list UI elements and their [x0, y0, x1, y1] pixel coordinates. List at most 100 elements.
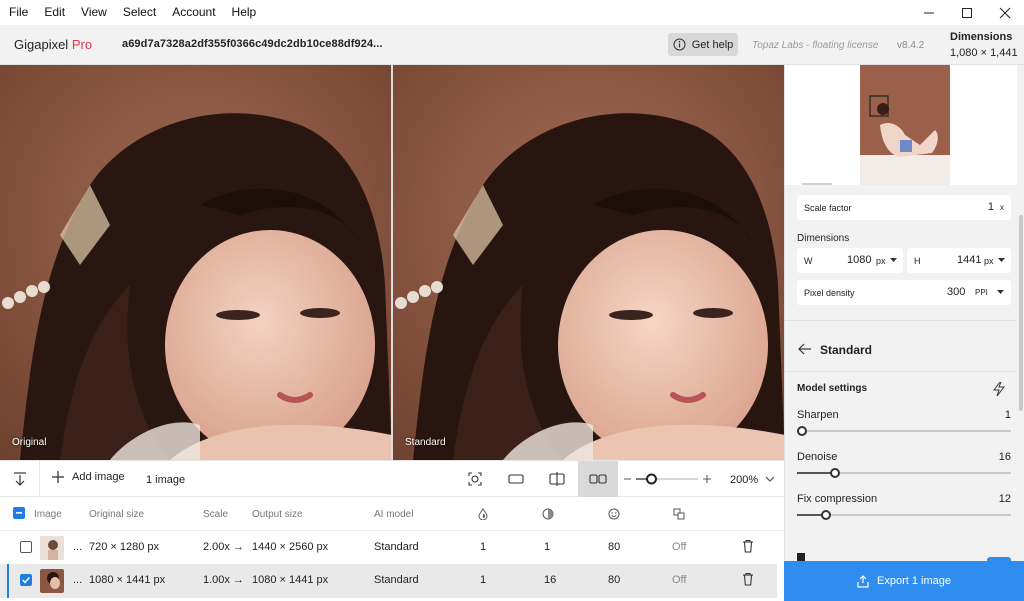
slider-value: 12	[998, 493, 1011, 505]
preview-toolbar: Add image 1 image 200%	[0, 460, 784, 497]
pixel-density-label: Pixel density	[804, 288, 855, 298]
table-row[interactable]: ... 1080 × 1441 px 1.00x → 1080 × 1441 p…	[0, 564, 777, 598]
row-checkbox[interactable]	[20, 541, 32, 553]
menu-view[interactable]: View	[73, 0, 115, 25]
navigator-image	[860, 65, 950, 185]
face-scan-icon	[468, 472, 482, 486]
row-thumbnail	[40, 569, 64, 593]
table-header: Image Original size Scale Output size AI…	[0, 497, 784, 531]
model-name: Standard	[820, 343, 873, 357]
dimensions-section-label: Dimensions	[797, 233, 850, 244]
side-by-side-view-button[interactable]	[578, 461, 618, 497]
chevron-down-icon[interactable]	[765, 475, 775, 483]
maximize-icon	[962, 7, 972, 18]
check-icon	[22, 577, 30, 584]
slider-knob[interactable]	[821, 510, 831, 520]
face-recovery-icon	[608, 508, 620, 520]
original-pane[interactable]: Original	[0, 65, 392, 460]
header-image: Image	[34, 509, 62, 520]
navigator-thumbnail[interactable]	[785, 65, 1017, 185]
back-arrow-icon[interactable]	[798, 343, 812, 355]
single-view-button[interactable]	[496, 461, 536, 497]
row-output-size: 1440 × 2560 px	[252, 541, 329, 553]
caret-down-icon[interactable]	[890, 258, 897, 263]
slider-label: Sharpen	[797, 409, 839, 421]
menu-file[interactable]: File	[0, 0, 36, 25]
row-denoise: 16	[544, 574, 557, 586]
row-checkbox[interactable]	[20, 574, 32, 586]
add-image-label: Add image	[72, 471, 125, 483]
height-label: H	[914, 256, 921, 266]
trash-icon[interactable]	[742, 572, 754, 586]
minimize-button[interactable]	[910, 0, 948, 25]
height-value[interactable]: 1441	[957, 254, 981, 266]
caret-down-icon[interactable]	[997, 290, 1004, 295]
close-icon	[999, 7, 1011, 18]
row-ellipsis: ...	[73, 574, 83, 586]
settings-panel: Scale factor 1 x Dimensions W 1080 px H …	[784, 65, 1024, 563]
width-field[interactable]: W 1080 px	[797, 248, 903, 273]
zoom-slider[interactable]	[622, 471, 718, 487]
model-settings-label: Model settings	[797, 383, 868, 394]
close-button[interactable]	[986, 0, 1024, 25]
row-scale: 1.00x →	[203, 574, 244, 586]
pixel-density-unit: PPI	[975, 288, 988, 297]
trash-icon[interactable]	[742, 539, 754, 553]
lightning-icon[interactable]	[993, 382, 1005, 396]
pixel-density-value[interactable]: 300	[947, 286, 965, 298]
header-original-size: Original size	[89, 509, 145, 520]
processed-label: Standard	[405, 437, 446, 448]
image-preview[interactable]: Original Standard	[0, 65, 784, 460]
face-detect-button[interactable]	[455, 461, 495, 497]
processed-photo	[393, 65, 784, 460]
dimensions-heading: Dimensions	[950, 31, 1013, 43]
select-all-checkbox[interactable]	[13, 507, 25, 519]
side-by-side-icon	[589, 474, 607, 484]
zoom-value[interactable]: 200%	[730, 474, 758, 486]
menu-select[interactable]: Select	[115, 0, 164, 25]
slider-track[interactable]	[797, 510, 1011, 520]
export-label: Export 1 image	[877, 575, 951, 587]
denoise-icon	[542, 508, 554, 520]
zoom-knob[interactable]	[646, 473, 657, 485]
pixel-density-field[interactable]: Pixel density 300 PPI	[797, 280, 1011, 305]
panel-scrollbar[interactable]	[1017, 65, 1024, 561]
row-scale: 2.00x →	[203, 541, 244, 553]
width-label: W	[804, 256, 813, 266]
sharpen-drop-icon	[478, 508, 488, 520]
app-header: Gigapixel Pro a69d7a7328a2df355f0366c49d…	[0, 25, 1024, 65]
dimensions-value: 1,080 × 1,441	[950, 47, 1018, 59]
scale-factor-value[interactable]: 1	[988, 201, 994, 213]
slider-knob[interactable]	[830, 468, 840, 478]
row-face: 80	[608, 574, 621, 586]
menu-edit[interactable]: Edit	[36, 0, 73, 25]
table-row[interactable]: ... 720 × 1280 px 2.00x → 1440 × 2560 px…	[0, 531, 784, 565]
slider-knob[interactable]	[797, 426, 807, 436]
scale-factor-field[interactable]: Scale factor 1 x	[797, 195, 1011, 220]
height-field[interactable]: H 1441 px	[907, 248, 1011, 273]
zoom-plus-icon[interactable]	[703, 475, 711, 483]
get-help-button[interactable]: Get help	[668, 33, 738, 56]
menu-help[interactable]: Help	[224, 0, 265, 25]
row-original-size: 1080 × 1441 px	[89, 574, 166, 586]
menu-account[interactable]: Account	[164, 0, 223, 25]
split-view-button[interactable]	[537, 461, 577, 497]
slider-track[interactable]	[797, 426, 1011, 436]
row-sharpen: 1	[480, 574, 487, 586]
slider-track[interactable]	[797, 468, 1011, 478]
row-ai-model: Standard	[374, 541, 419, 553]
app-brand: Gigapixel Pro	[14, 37, 92, 52]
license-text: Topaz Labs - floating license	[752, 40, 879, 51]
add-image-button[interactable]: Add image	[52, 471, 125, 483]
width-value[interactable]: 1080	[847, 254, 871, 266]
get-help-label: Get help	[691, 38, 734, 51]
processed-pane[interactable]: Standard	[393, 65, 784, 460]
row-ai-model: Standard	[374, 574, 419, 586]
caret-down-icon[interactable]	[998, 258, 1005, 263]
export-button[interactable]: Export 1 image	[784, 561, 1024, 601]
row-ellipsis: ...	[73, 541, 83, 553]
version-text: v8.4.2	[897, 40, 925, 51]
app-tier: Pro	[71, 37, 93, 52]
maximize-button[interactable]	[948, 0, 986, 25]
collapse-panel-button[interactable]	[0, 461, 40, 497]
